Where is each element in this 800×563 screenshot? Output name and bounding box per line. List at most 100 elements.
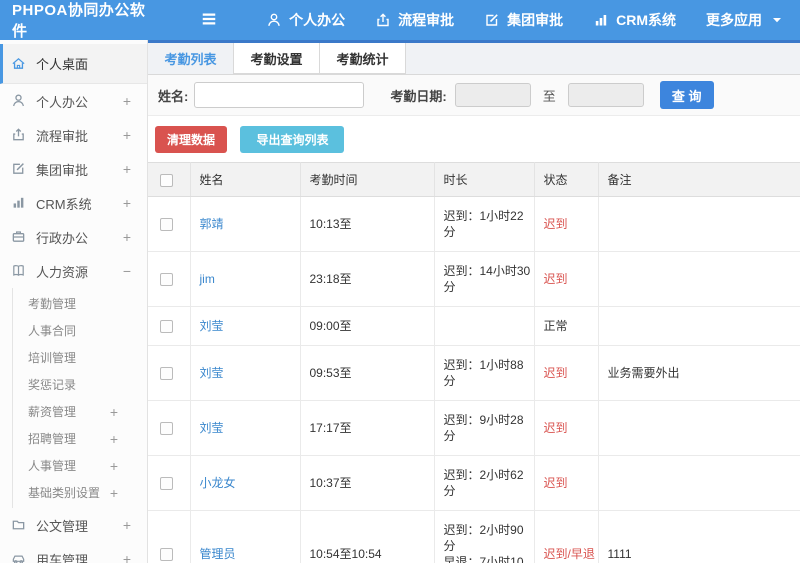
status-badge: 迟到 [543,272,568,286]
status-badge: 迟到/早退 [543,547,595,561]
sidebar: 个人桌面 个人办公 + 流程审批 + 集团审批 + CRM系统 + 行政办公 + 人力资源 − 考勤管理人… [0,40,148,563]
table-body: 郭靖 10:13至 迟到：1小时22分 迟到 jim 23:18至 迟到：14小时30分 迟到… [148,196,800,563]
status-cell: 迟到 [534,400,599,456]
workflow-icon [375,12,391,28]
row-checkbox[interactable] [160,548,173,562]
name-cell: jim [190,251,301,307]
edit-icon [11,161,27,177]
sidebar-subitem-label: 奖惩记录 [28,378,77,392]
sidebar-subitem-1[interactable]: 考勤管理 [13,290,147,317]
time-cell: 10:54至10:54 [300,510,435,563]
sidebar-item-8[interactable]: 公文管理 + [0,508,147,542]
duration-line: 迟到：2小时62分 [443,468,524,498]
expander-icon: + [109,484,118,501]
note-cell [598,455,800,511]
tab-1[interactable]: 考勤列表 [148,43,234,74]
status-cell: 迟到 [534,196,599,252]
sidebar-item-5[interactable]: CRM系统 + [0,186,147,220]
expander-icon: + [109,430,118,447]
table-row: 刘莹 09:00至 正常 [148,306,800,346]
name-cell: 小龙女 [190,455,301,511]
time-cell: 10:13至 [300,196,435,252]
sidebar-item-label: 流程审批 [36,128,89,144]
employee-name-link[interactable]: 郭靖 [200,217,224,231]
sidebar-item-6[interactable]: 行政办公 + [0,220,147,254]
sidebar-item-1[interactable]: 个人桌面 [0,44,147,84]
nav-item-1[interactable]: 个人办公 [251,0,360,40]
sidebar-subitem-2[interactable]: 人事合同 [13,317,147,344]
sidebar-subitem-5[interactable]: 薪资管理 + [13,398,147,425]
sidebar-subitem-8[interactable]: 基础类别设置 + [13,479,147,506]
nav-item-2[interactable]: 流程审批 [360,0,469,40]
sidebar-item-4[interactable]: 集团审批 + [0,152,147,186]
name-input[interactable] [194,82,365,108]
sidebar-subitem-4[interactable]: 奖惩记录 [13,371,147,398]
status-badge: 迟到 [543,217,568,231]
row-checkbox[interactable] [160,320,173,334]
date-to-input[interactable] [567,83,644,107]
duration-line: 迟到：1小时88分 [443,358,524,388]
user-icon [266,12,282,28]
search-button[interactable]: 查 询 [659,81,714,109]
nav-item-label: 个人办公 [289,12,346,28]
note-cell [598,400,800,456]
export-list-button[interactable]: 导出查询列表 [240,126,345,153]
sidebar-item-2[interactable]: 个人办公 + [0,84,147,118]
nav-item-4[interactable]: CRM系统 [578,0,691,40]
column-header: 状态 [534,162,599,197]
employee-name-link[interactable]: 刘莹 [200,319,224,333]
table-header-row: 姓名 考勤时间 时长 状态 备注 [148,162,800,197]
sidebar-subitem-3[interactable]: 培训管理 [13,344,147,371]
nav-item-label: 更多应用 [706,12,762,28]
sidebar-item-9[interactable]: 用车管理 + [0,542,147,563]
nav-item-label: CRM系统 [616,12,676,28]
name-cell: 刘莹 [190,400,301,456]
select-all-checkbox[interactable] [160,173,173,187]
home-icon [11,56,27,72]
sidebar-item-7[interactable]: 人力资源 − [0,254,147,288]
car-icon [11,551,27,563]
sidebar-item-3[interactable]: 流程审批 + [0,118,147,152]
employee-name-link[interactable]: 刘莹 [200,421,224,435]
employee-name-link[interactable]: jim [200,272,215,286]
employee-name-link[interactable]: 管理员 [200,547,236,561]
document-icon [11,517,27,533]
tab-2[interactable]: 考勤设置 [234,43,320,74]
employee-name-link[interactable]: 小龙女 [200,476,236,490]
checkbox-cell [148,455,191,511]
attendance-table: 姓名 考勤时间 时长 状态 备注 郭靖 10:13至 迟到：1小时22分 迟到 jim 23:18… [148,162,800,563]
note-cell [598,306,800,346]
expander-icon: + [122,127,131,143]
sidebar-item-label: CRM系统 [36,196,92,212]
nav-item-5[interactable]: 更多应用 [691,0,800,40]
date-label: 考勤日期: [390,88,447,104]
chart-icon [593,12,609,28]
duration-line: 迟到：2小时90分 [443,523,524,553]
note-cell [598,251,800,307]
tab-3[interactable]: 考勤统计 [320,43,406,74]
table-row: 小龙女 10:37至 迟到：2小时62分 迟到 [148,455,800,511]
row-checkbox[interactable] [160,273,173,287]
checkbox-cell [148,345,191,401]
sidebar-subitem-7[interactable]: 人事管理 + [13,452,147,479]
row-checkbox[interactable] [160,477,173,491]
sidebar-submenu: 考勤管理 人事合同 培训管理奖惩记录薪资管理 + 招聘管理 + 人事管理 + 基础类别设置 + [12,288,147,508]
status-cell: 迟到 [534,345,599,401]
nav-item-3[interactable]: 集团审批 [469,0,578,40]
time-cell: 23:18至 [300,251,435,307]
employee-name-link[interactable]: 刘莹 [200,366,224,380]
date-from-input[interactable] [454,83,531,107]
status-cell: 正常 [534,306,599,346]
row-checkbox[interactable] [160,367,173,381]
row-checkbox[interactable] [160,218,173,232]
sidebar-subitem-6[interactable]: 招聘管理 + [13,425,147,452]
to-label: 至 [542,88,556,104]
clean-data-button[interactable]: 清理数据 [155,126,228,153]
duration-line: 迟到：9小时28分 [443,413,524,443]
name-cell: 刘莹 [190,345,301,401]
row-checkbox[interactable] [160,422,173,436]
column-header: 时长 [434,162,535,197]
menu-icon[interactable] [199,9,221,31]
tab-bar-spacer [406,43,800,74]
duration-cell: 迟到：1小时22分 [434,196,535,252]
